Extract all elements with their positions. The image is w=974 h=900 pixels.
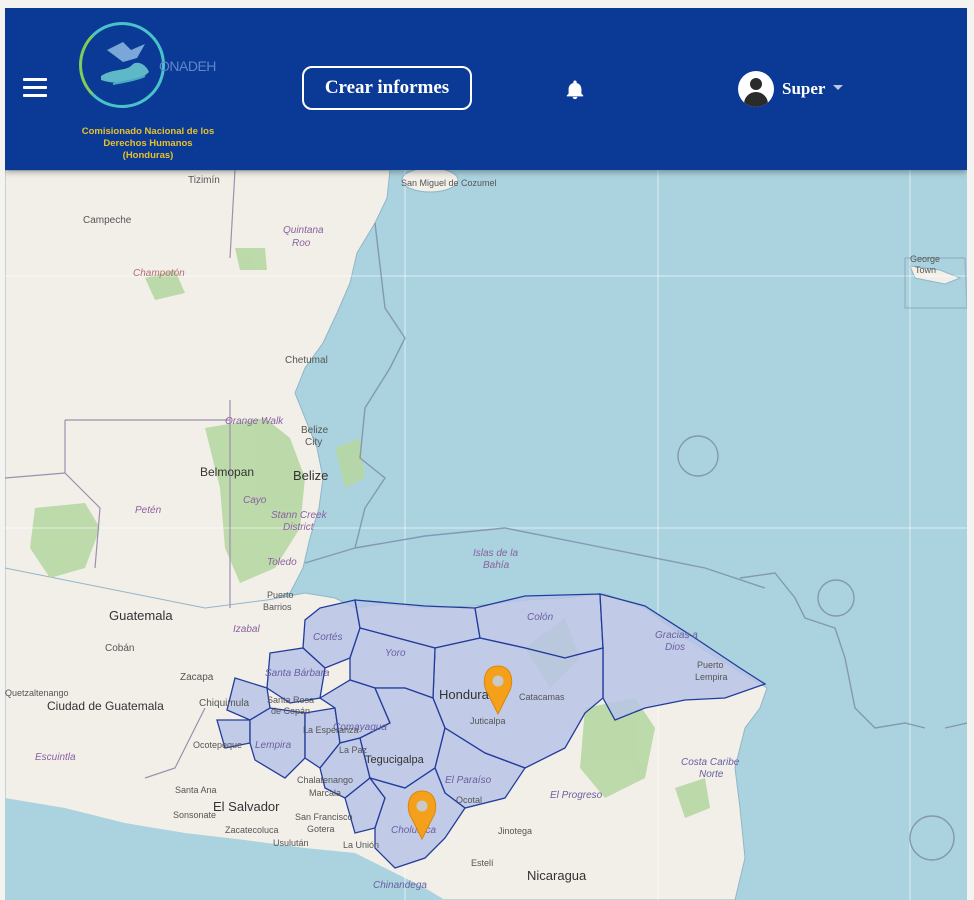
logo-caption-line1: Comisionado Nacional de los	[81, 126, 215, 137]
label-sonsonate: Sonsonate	[173, 810, 216, 820]
label-nicaragua: Nicaragua	[527, 868, 587, 883]
label-costa-caribe-2: Norte	[699, 769, 724, 780]
label-coban: Cobán	[105, 643, 134, 654]
label-jinotega: Jinotega	[498, 826, 532, 836]
label-belize-city-2: City	[305, 437, 322, 448]
label-san-francisco-1: San Francisco	[295, 812, 353, 822]
logo-word: ONADEH	[159, 58, 216, 74]
label-la-esperanza: La Esperanza	[303, 725, 359, 735]
label-zacapa: Zacapa	[180, 672, 214, 683]
label-chalatenango: Chalatenango	[297, 775, 353, 785]
label-quintana-roo-2: Roo	[292, 238, 311, 249]
label-yoro: Yoro	[385, 648, 406, 659]
dove-hands-icon	[101, 42, 149, 85]
label-usulutan: Usulután	[273, 838, 309, 848]
label-puerto-lempira-1: Puerto	[697, 660, 724, 670]
conadeh-logo[interactable]: ONADEH Comisionado Nacional de los Derec…	[75, 18, 225, 168]
label-escuintla: Escuintla	[35, 752, 76, 763]
label-quintana-roo-1: Quintana	[283, 225, 324, 236]
label-islas-1: Islas de la	[473, 548, 518, 559]
label-esteli: Estelí	[471, 858, 494, 868]
label-stann-creek-2: District	[283, 522, 315, 533]
logo-caption-line3: (Honduras)	[122, 150, 174, 161]
hamburger-menu-icon[interactable]	[23, 78, 47, 98]
label-santa-barbara: Santa Bárbara	[265, 668, 330, 679]
label-chiquimula: Chiquimula	[199, 698, 249, 709]
label-santa-rosa-2: de Copán	[271, 706, 310, 716]
label-quetzaltenango: Quetzaltenango	[5, 688, 69, 698]
label-san-francisco-2: Gotera	[307, 824, 335, 834]
label-orange-walk: Orange Walk	[225, 416, 284, 427]
label-puerto-barrios-2: Barrios	[263, 602, 292, 612]
label-santa-rosa-1: Santa Rosa	[267, 695, 314, 705]
label-islas-2: Bahía	[483, 560, 510, 571]
label-juticalpa: Juticalpa	[470, 716, 506, 726]
label-guatemala: Guatemala	[109, 608, 173, 623]
bell-icon[interactable]	[564, 79, 586, 101]
label-chinandega: Chinandega	[373, 880, 427, 891]
user-menu[interactable]: Super	[738, 69, 844, 109]
label-gracias-2: Dios	[665, 642, 685, 653]
logo-caption-line2: Derechos Humanos	[103, 138, 193, 149]
label-gracias-1: Gracias a	[655, 630, 698, 641]
label-lempira: Lempira	[255, 740, 292, 751]
label-la-union: La Unión	[343, 840, 379, 850]
label-zacatecoluca: Zacatecoluca	[225, 825, 279, 835]
caret-down-icon	[833, 84, 844, 90]
label-belmopan: Belmopan	[200, 465, 254, 479]
label-ocotal: Ocotal	[456, 795, 482, 805]
label-champoton: Champotón	[133, 268, 185, 279]
label-belize: Belize	[293, 468, 328, 483]
top-navbar: ONADEH Comisionado Nacional de los Derec…	[5, 8, 967, 170]
label-puerto-barrios-1: Puerto	[267, 590, 294, 600]
label-costa-caribe-1: Costa Caribe	[681, 757, 740, 768]
label-la-paz: La Paz	[339, 745, 368, 755]
label-el-progreso: El Progreso	[550, 790, 603, 801]
label-ciudad-guatemala: Ciudad de Guatemala	[47, 699, 164, 713]
create-reports-button[interactable]: Crear informes	[302, 66, 472, 110]
label-puerto-lempira-2: Lempira	[695, 672, 728, 682]
logo-caption: Comisionado Nacional de los Derechos Hum…	[75, 126, 221, 162]
label-cortes: Cortés	[313, 632, 342, 643]
label-george-town-2: Town	[915, 265, 936, 275]
label-belize-city-1: Belize	[301, 425, 329, 436]
label-colon: Colón	[527, 612, 554, 623]
label-choluteca: Choluteca	[391, 825, 436, 836]
user-name: Super	[782, 79, 826, 98]
label-stann-creek-1: Stann Creek	[271, 510, 328, 521]
label-campeche: Campeche	[83, 215, 132, 226]
avatar-icon	[738, 71, 774, 107]
label-george-town-1: George	[910, 254, 940, 264]
label-ocotepeque: Ocotepeque	[193, 740, 242, 750]
label-tizimin: Tizimín	[188, 175, 220, 186]
label-cozumel: San Miguel de Cozumel	[401, 178, 497, 188]
label-el-salvador: El Salvador	[213, 799, 280, 814]
label-tegucigalpa: Tegucigalpa	[365, 754, 425, 766]
label-chetumal: Chetumal	[285, 355, 328, 366]
label-izabal: Izabal	[233, 624, 260, 635]
app-frame: Tizimín Campeche Champotón Quintana Roo …	[5, 8, 967, 900]
label-catacamas: Catacamas	[519, 692, 565, 702]
label-marcala: Marcala	[309, 788, 341, 798]
label-peten: Petén	[135, 505, 162, 516]
label-santa-ana: Santa Ana	[175, 785, 217, 795]
label-cayo: Cayo	[243, 495, 267, 506]
label-toledo: Toledo	[267, 557, 297, 568]
label-el-paraiso: El Paraíso	[445, 775, 492, 786]
